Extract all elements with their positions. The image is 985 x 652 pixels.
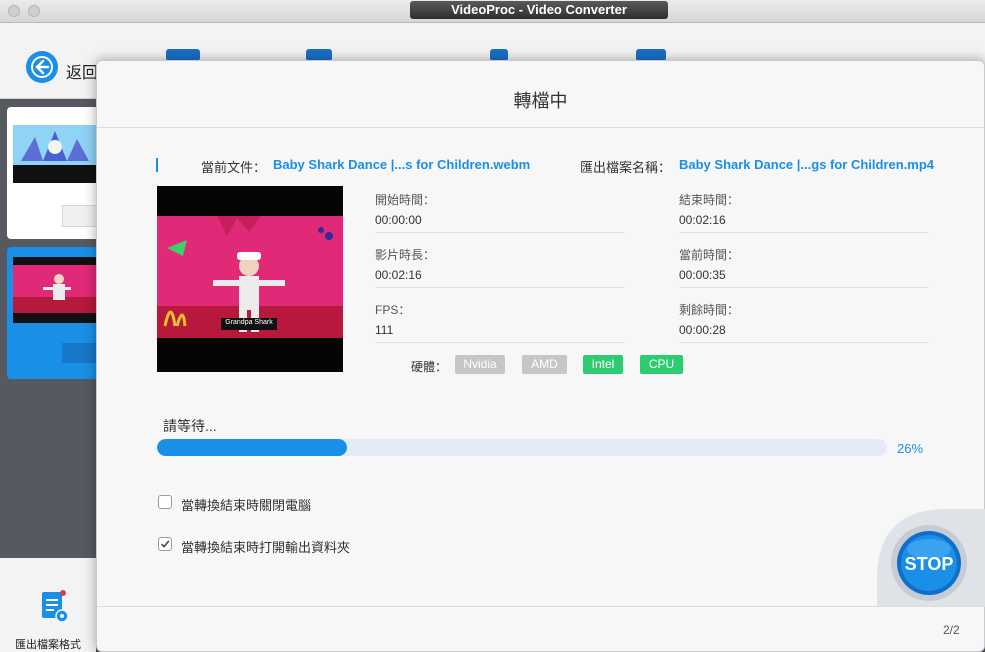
duration-value: 00:02:16: [375, 268, 422, 282]
output-name-label: 匯出檔案名稱：: [580, 160, 672, 175]
shutdown-checkbox[interactable]: [158, 495, 172, 509]
fps-value: 111: [375, 323, 394, 337]
dialog-header: 轉檔中: [97, 61, 984, 128]
divider: [375, 287, 625, 288]
file-card-2-selected[interactable]: [7, 247, 102, 379]
window-close-button[interactable]: [8, 5, 20, 17]
divider: [679, 342, 929, 343]
window-minimize-button[interactable]: [28, 5, 40, 17]
window-titlebar: VideoProc - Video Converter: [0, 0, 985, 23]
hardware-label: 硬體：: [411, 360, 448, 374]
page-count: 2/2: [943, 623, 960, 637]
video-preview: Grandpa Shark: [157, 186, 343, 372]
stop-label[interactable]: STOP: [891, 554, 967, 575]
hw-badge-nvidia: Nvidia: [455, 355, 505, 374]
shutdown-checkbox-label[interactable]: 當轉換結束時關閉電腦: [181, 495, 311, 514]
hw-badge-intel: Intel: [583, 355, 623, 374]
file-card-1[interactable]: [7, 107, 104, 239]
window-title: VideoProc - Video Converter: [410, 1, 668, 19]
status-label: 請等待...: [163, 418, 217, 434]
current-time-label: 當前時間：: [679, 248, 740, 262]
divider: [679, 287, 929, 288]
stop-button[interactable]: STOP: [877, 509, 985, 607]
progress-fill: [157, 439, 347, 456]
file-list-sidebar: [0, 99, 104, 559]
dialog-footer-divider: [97, 606, 984, 607]
dialog-title: 轉檔中: [513, 91, 568, 111]
end-time-value: 00:02:16: [679, 213, 726, 227]
start-time-label: 開始時間：: [375, 193, 436, 207]
divider: [679, 232, 929, 233]
remaining-time-value: 00:00:28: [679, 323, 726, 337]
progress-percent: 26%: [897, 441, 924, 456]
current-file-value: Baby Shark Dance |...s for Children.webm: [273, 157, 531, 172]
export-format-label: 匯出檔案格式: [15, 639, 81, 651]
file-thumbnail-1: [13, 117, 97, 183]
converting-dialog: 轉檔中 當前文件： Baby Shark Dance |...s for Chi…: [96, 60, 985, 652]
file-thumbnail-2: [13, 257, 97, 323]
open-folder-checkbox-label[interactable]: 當轉換結束時打開輸出資料夾: [181, 537, 350, 556]
preview-frame: [157, 216, 343, 338]
duration-label: 影片時長：: [375, 248, 436, 262]
preview-caption: Grandpa Shark: [225, 319, 273, 326]
divider: [375, 232, 625, 233]
arrow-left-icon: [31, 56, 53, 78]
open-folder-checkbox[interactable]: [158, 537, 172, 551]
start-time-value: 00:00:00: [375, 213, 422, 227]
hw-badge-cpu: CPU: [640, 355, 683, 374]
checkmark-icon: [160, 540, 170, 548]
section-accent-bar: [156, 158, 158, 172]
progress-bar: [157, 439, 887, 456]
remaining-time-label: 剩餘時間：: [679, 303, 740, 317]
export-format-icon: [42, 590, 68, 623]
divider: [375, 342, 625, 343]
current-time-value: 00:00:35: [679, 268, 726, 282]
hw-badge-amd: AMD: [522, 355, 567, 374]
fps-label: FPS：: [375, 303, 411, 317]
end-time-label: 結束時間：: [679, 193, 740, 207]
current-file-label: 當前文件：: [201, 160, 267, 175]
back-button[interactable]: [26, 51, 58, 83]
back-label[interactable]: 返回: [66, 59, 98, 83]
output-name-value: Baby Shark Dance |...gs for Children.mp4: [679, 157, 935, 172]
export-format-panel[interactable]: 匯出檔案格式: [0, 558, 96, 652]
